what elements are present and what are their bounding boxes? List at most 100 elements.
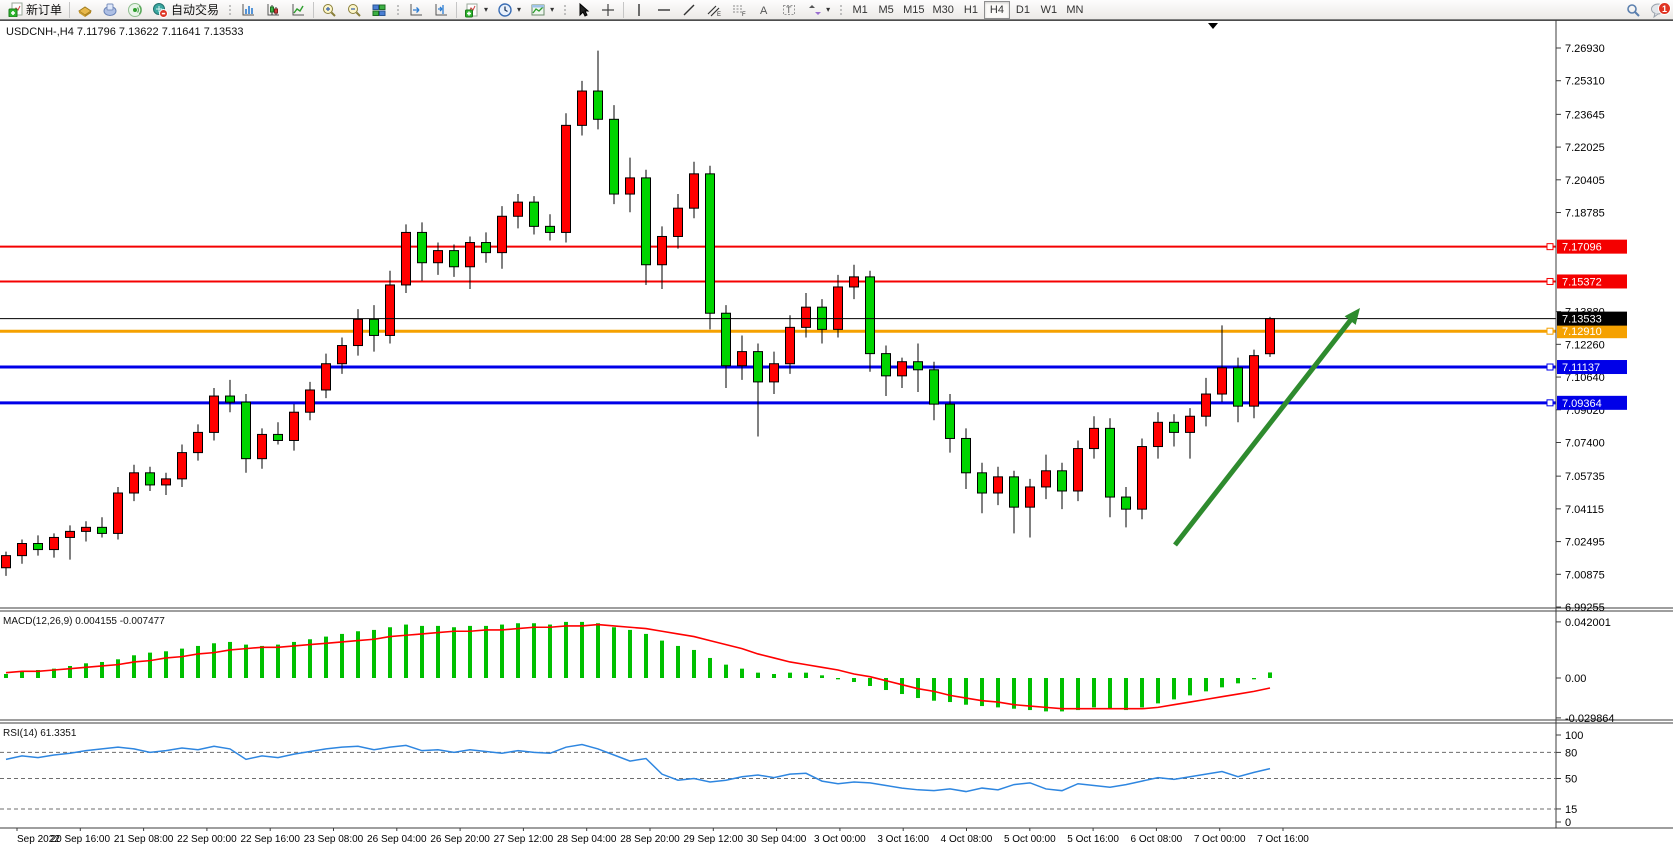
- periods-button[interactable]: ▾: [493, 1, 525, 19]
- date-axis-label: 29 Sep 12:00: [684, 834, 744, 845]
- templates-button[interactable]: ▾: [526, 1, 558, 19]
- chart-title: USDCNH-,H4 7.11796 7.13622 7.11641 7.135…: [6, 26, 243, 38]
- zoom-in-button[interactable]: [317, 1, 341, 19]
- candlestick: [1170, 422, 1179, 432]
- macd-axis-label: 0.042001: [1565, 617, 1611, 629]
- candlestick: [194, 432, 203, 452]
- vertical-line-button[interactable]: [627, 1, 651, 19]
- zoom-out-button[interactable]: [342, 1, 366, 19]
- search-button[interactable]: [1621, 1, 1645, 19]
- crosshair-icon: [600, 2, 616, 18]
- chart-window[interactable]: 7.269307.253107.236457.220257.204057.187…: [0, 20, 1673, 851]
- candlestick: [482, 243, 491, 253]
- dropdown-caret-icon: ▾: [550, 5, 554, 14]
- timeframe-button-m5[interactable]: M5: [873, 1, 899, 19]
- price-axis-label: 7.25310: [1565, 76, 1605, 88]
- price-axis-label: 7.20405: [1565, 175, 1605, 187]
- candlestick: [418, 232, 427, 262]
- candlestick: [1074, 449, 1083, 491]
- date-axis-label: 7 Oct 16:00: [1257, 834, 1309, 845]
- candlestick: [642, 178, 651, 265]
- candlestick: [882, 354, 891, 376]
- timeframe-button-m1[interactable]: M1: [847, 1, 873, 19]
- rsi-axis-label: 50: [1565, 774, 1577, 786]
- candlestick: [114, 493, 123, 533]
- text-icon: A: [756, 2, 772, 18]
- candlestick: [1058, 471, 1067, 491]
- chart-canvas[interactable]: 7.269307.253107.236457.220257.204057.187…: [0, 20, 1673, 846]
- line-endpoint-handle[interactable]: [1547, 278, 1553, 284]
- auto-trading-button[interactable]: 自动交易: [148, 1, 223, 19]
- price-axis-label: 7.07400: [1565, 438, 1605, 450]
- line-endpoint-handle[interactable]: [1547, 244, 1553, 250]
- bar-chart-icon: [240, 2, 256, 18]
- signals-icon: [127, 2, 143, 18]
- candlestick: [210, 396, 219, 432]
- market-watch-button[interactable]: [73, 1, 97, 19]
- candlestick-chart-icon: [265, 2, 281, 18]
- notifications-button[interactable]: 1: [1646, 1, 1670, 19]
- candlestick: [402, 232, 411, 285]
- candlestick: [354, 319, 363, 345]
- timeframe-button-h4[interactable]: H4: [984, 1, 1010, 19]
- signals-button[interactable]: [123, 1, 147, 19]
- auto-scroll-icon: [408, 2, 424, 18]
- candlestick: [866, 277, 875, 354]
- auto-scroll-button[interactable]: [404, 1, 428, 19]
- dropdown-caret-icon: ▾: [484, 5, 488, 14]
- timeframe-button-m15[interactable]: M15: [899, 1, 928, 19]
- label-icon: T: [781, 2, 797, 18]
- channel-icon: E: [706, 2, 722, 18]
- crosshair-button[interactable]: [596, 1, 620, 19]
- indicators-button[interactable]: ▾: [460, 1, 492, 19]
- channel-button[interactable]: E: [702, 1, 726, 19]
- text-button[interactable]: A: [752, 1, 776, 19]
- bar-chart-button[interactable]: [236, 1, 260, 19]
- candlestick: [66, 531, 75, 537]
- macd-axis-label: -0.029864: [1565, 713, 1615, 725]
- date-axis-label: 3 Oct 00:00: [814, 834, 866, 845]
- candlestick: [34, 544, 43, 550]
- candlestick: [1122, 497, 1131, 509]
- timeframe-button-w1[interactable]: W1: [1036, 1, 1062, 19]
- date-axis-label: 5 Oct 16:00: [1067, 834, 1119, 845]
- horizontal-line-button[interactable]: [652, 1, 676, 19]
- line-endpoint-handle[interactable]: [1547, 328, 1553, 334]
- price-line-badge-label: 7.12910: [1562, 326, 1602, 338]
- candlestick: [626, 178, 635, 194]
- candlestick: [2, 556, 11, 568]
- candlestick: [1026, 487, 1035, 507]
- new-order-label: 新订单: [26, 1, 62, 18]
- navigator-button[interactable]: [98, 1, 122, 19]
- date-axis-label: 6 Oct 08:00: [1131, 834, 1183, 845]
- line-endpoint-handle[interactable]: [1547, 400, 1553, 406]
- zoom-out-icon: [346, 2, 362, 18]
- toolbar-separator: [313, 2, 314, 18]
- fibonacci-icon: F: [731, 2, 747, 18]
- line-endpoint-handle[interactable]: [1547, 364, 1553, 370]
- timeframe-button-m30[interactable]: M30: [929, 1, 958, 19]
- trendline-button[interactable]: [677, 1, 701, 19]
- candlestick: [930, 370, 939, 404]
- candlestick: [146, 473, 155, 485]
- toolbar-grip: [227, 3, 232, 17]
- date-axis-label: 23 Sep 08:00: [304, 834, 364, 845]
- chart-shift-button[interactable]: [429, 1, 453, 19]
- new-order-button[interactable]: 新订单: [3, 1, 66, 19]
- timeframe-button-d1[interactable]: D1: [1010, 1, 1036, 19]
- line-chart-button[interactable]: [286, 1, 310, 19]
- candlestick: [834, 287, 843, 329]
- label-button[interactable]: T: [777, 1, 801, 19]
- timeframe-button-h1[interactable]: H1: [958, 1, 984, 19]
- candlestick: [1090, 428, 1099, 448]
- cursor-button[interactable]: [571, 1, 595, 19]
- candlestick: [306, 390, 315, 412]
- tile-windows-button[interactable]: [367, 1, 391, 19]
- candlestick-chart-button[interactable]: [261, 1, 285, 19]
- shapes-button[interactable]: ▾: [802, 1, 834, 19]
- date-axis-label: 27 Sep 12:00: [494, 834, 554, 845]
- candlestick: [978, 473, 987, 493]
- fibonacci-button[interactable]: F: [727, 1, 751, 19]
- line-chart-icon: [290, 2, 306, 18]
- timeframe-button-mn[interactable]: MN: [1062, 1, 1088, 19]
